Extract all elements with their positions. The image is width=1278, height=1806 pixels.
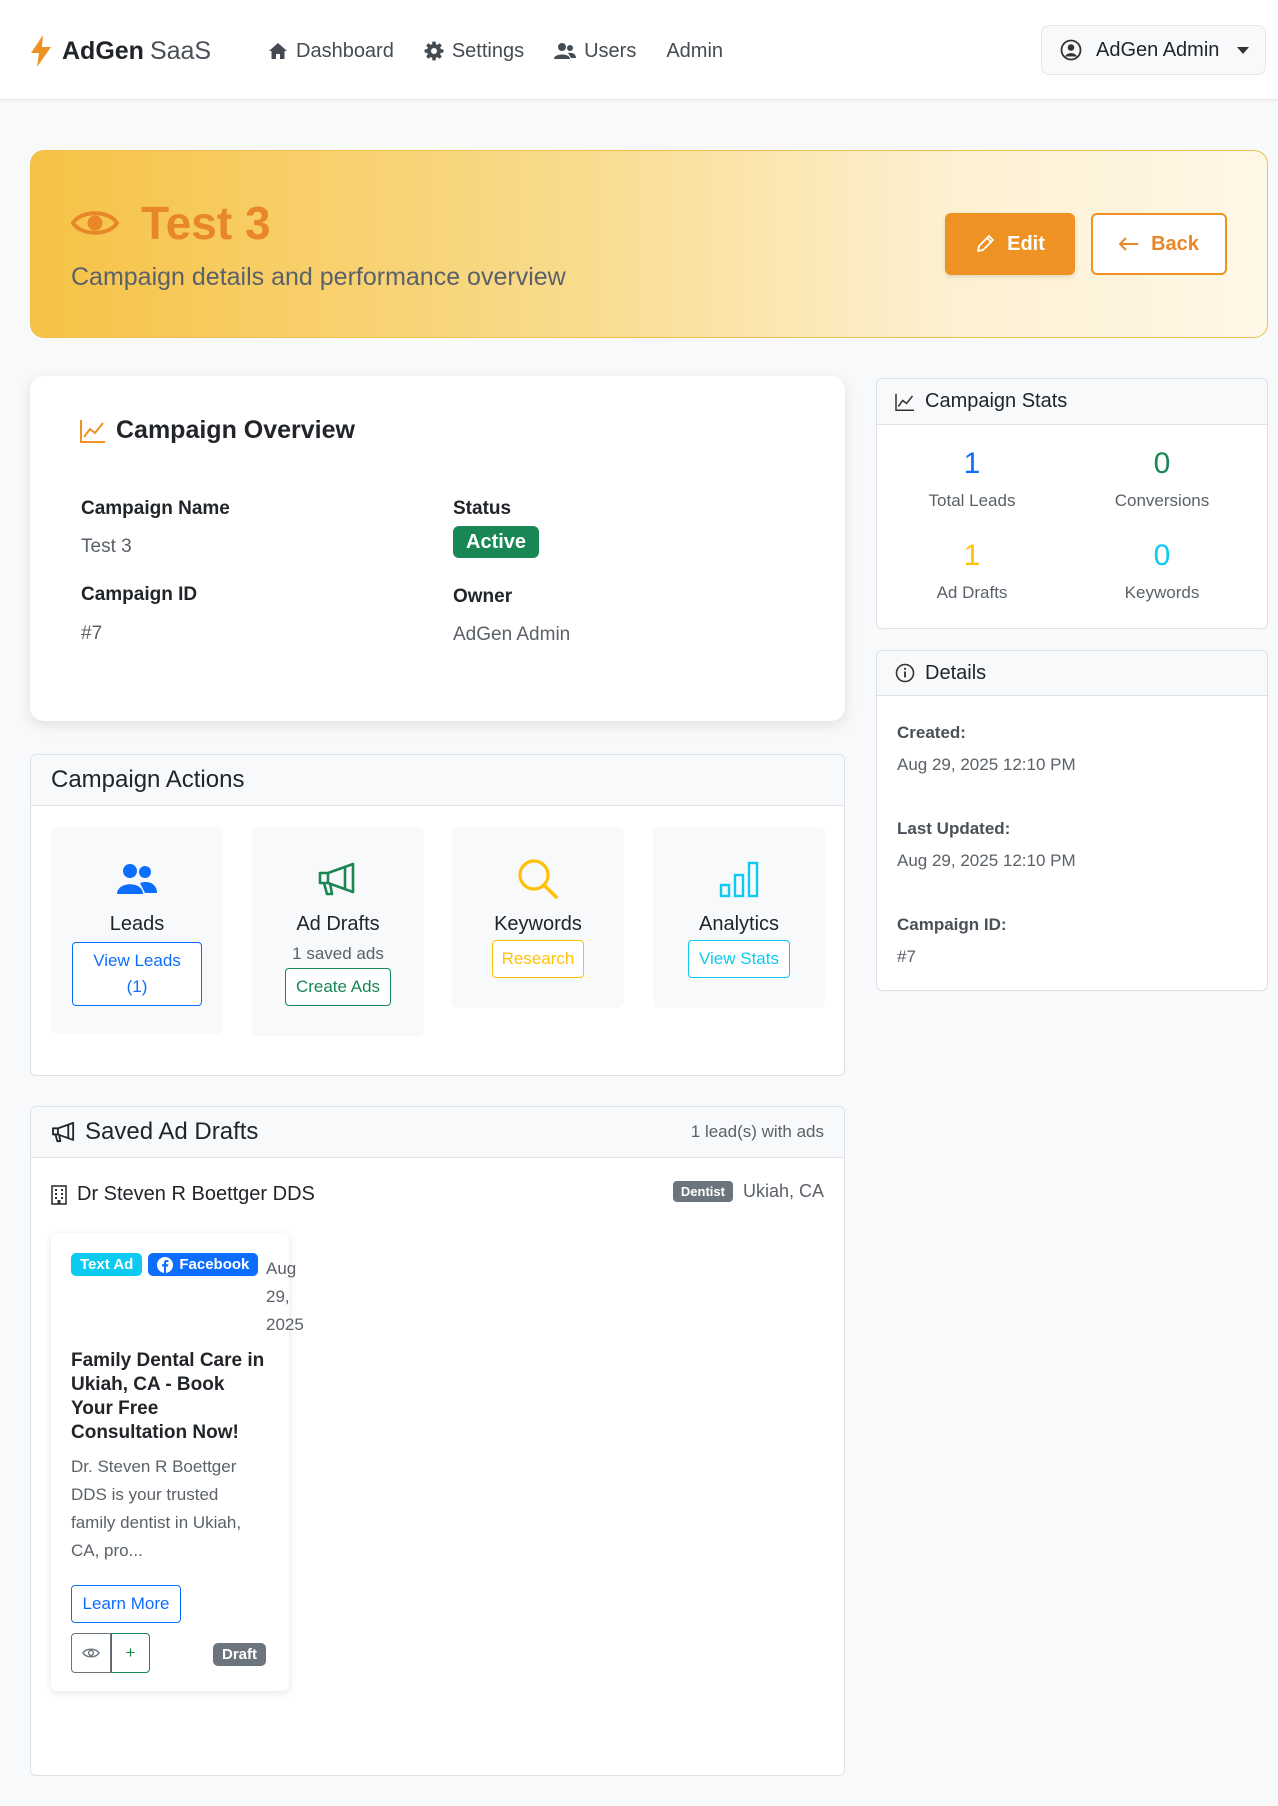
eye-icon <box>82 1647 100 1659</box>
campaign-name-label: Campaign Name <box>81 498 230 519</box>
details-card: Details Created: Aug 29, 2025 12:10 PM L… <box>876 650 1268 991</box>
lead-name: Dr Steven R Boettger DDS <box>51 1183 315 1206</box>
user-menu-button[interactable]: AdGen Admin <box>1041 25 1266 75</box>
ad-body: Dr. Steven R Boettger DDS is your truste… <box>71 1457 242 1560</box>
ad-action-group: + <box>71 1633 150 1673</box>
text-ad-badge: Text Ad <box>71 1253 143 1276</box>
page-title: Test 3 <box>71 196 271 250</box>
chart-line-icon <box>80 419 106 443</box>
megaphone-icon <box>317 859 359 899</box>
keywords-stat: 0 Keywords <box>1124 539 1200 602</box>
status-badge: Active <box>453 526 540 558</box>
leads-with-ads-count: 1 lead(s) with ads <box>690 1122 824 1141</box>
actions-header: Campaign Actions <box>31 755 844 806</box>
info-icon <box>895 663 915 683</box>
total-leads-stat: 1 Total Leads <box>928 447 1016 510</box>
last-updated-label: Last Updated: <box>897 819 1011 838</box>
users-icon <box>554 42 577 60</box>
ad-drafts-tile: Ad Drafts 1 saved ads Create Ads <box>252 827 424 1036</box>
home-icon <box>268 42 288 60</box>
drafts-count: 1 saved ads <box>292 944 384 963</box>
ad-headline: Family Dental Care in Ukiah, CA - Book Y… <box>71 1350 265 1443</box>
user-name: AdGen Admin <box>1096 38 1220 61</box>
campaign-name-value: Test 3 <box>81 536 132 557</box>
details-campaign-id-label: Campaign ID: <box>897 915 1007 934</box>
created-value: Aug 29, 2025 12:10 PM <box>897 755 1076 774</box>
stats-header: Campaign Stats <box>877 379 1267 425</box>
created-label: Created: <box>897 723 966 742</box>
search-icon <box>517 859 559 899</box>
view-leads-button[interactable]: View Leads (1) <box>72 942 202 1006</box>
pencil-icon <box>975 234 995 254</box>
owner-label: Owner <box>453 586 513 607</box>
edit-button[interactable]: Edit <box>945 213 1075 275</box>
lightning-icon <box>30 35 52 67</box>
brand-name: AdGen <box>62 36 144 65</box>
gear-icon <box>424 41 444 61</box>
nav-users[interactable]: Users <box>554 40 636 63</box>
page-subtitle: Campaign details and performance overvie… <box>71 263 566 291</box>
status-label: Status <box>453 498 512 519</box>
last-updated-value: Aug 29, 2025 12:10 PM <box>897 851 1076 870</box>
top-navbar: AdGen SaaS Dashboard Settings Users Admi… <box>0 0 1278 100</box>
ad-drafts-stat: 1 Ad Drafts <box>936 539 1008 602</box>
lead-location: Ukiah, CA <box>742 1181 824 1201</box>
add-button[interactable]: + <box>111 1633 150 1673</box>
building-icon <box>51 1184 67 1205</box>
user-circle-icon <box>1060 39 1082 61</box>
eye-icon <box>71 207 119 239</box>
view-stats-button[interactable]: View Stats <box>688 940 790 978</box>
ad-date: Aug 29, 2025 <box>266 1259 304 1334</box>
category-badge: Dentist <box>672 1181 733 1202</box>
back-button[interactable]: Back <box>1091 213 1227 275</box>
users-icon <box>117 859 157 899</box>
arrow-left-icon <box>1119 237 1139 251</box>
overview-title: Campaign Overview <box>80 416 355 445</box>
saved-ad-drafts-card: Saved Ad Drafts 1 lead(s) with ads Dr St… <box>30 1106 845 1776</box>
nav-admin[interactable]: Admin <box>666 40 723 63</box>
brand-suffix: SaaS <box>149 36 212 65</box>
details-header: Details <box>877 651 1267 696</box>
lead-meta: Dentist Ukiah, CA <box>672 1181 824 1202</box>
research-button[interactable]: Research <box>492 940 584 978</box>
campaign-overview-card: Campaign Overview Campaign Name Test 3 C… <box>30 376 845 721</box>
facebook-badge: Facebook <box>148 1253 259 1276</box>
nav-dashboard[interactable]: Dashboard <box>268 40 394 63</box>
conversions-stat: 0 Conversions <box>1114 447 1210 510</box>
owner-value: AdGen Admin <box>453 624 571 645</box>
keywords-tile: Keywords Research <box>452 827 624 1008</box>
saved-drafts-title: Saved Ad Drafts <box>85 1118 259 1145</box>
bar-chart-icon <box>719 859 759 899</box>
create-ads-button[interactable]: Create Ads <box>285 968 391 1006</box>
chart-line-icon <box>895 393 915 411</box>
learn-more-button[interactable]: Learn More <box>71 1585 181 1623</box>
details-campaign-id-value: #7 <box>897 947 916 966</box>
saved-drafts-header: Saved Ad Drafts 1 lead(s) with ads <box>31 1107 844 1158</box>
facebook-icon <box>157 1256 174 1273</box>
preview-button[interactable] <box>71 1633 111 1673</box>
analytics-tile: Analytics View Stats <box>653 827 825 1008</box>
campaign-id-value: #7 <box>81 623 103 644</box>
main-nav: Dashboard Settings Users Admin <box>268 34 723 68</box>
campaign-hero: Test 3 Campaign details and performance … <box>30 150 1268 338</box>
campaign-id-label: Campaign ID <box>81 584 198 605</box>
brand[interactable]: AdGen SaaS <box>30 34 211 68</box>
leads-tile: Leads View Leads (1) <box>51 827 223 1034</box>
ad-draft-card: Text Ad Facebook Aug 29, 2025 Family Den… <box>51 1233 304 1691</box>
megaphone-icon <box>51 1121 77 1143</box>
draft-status-badge: Draft <box>213 1643 267 1666</box>
campaign-stats-card: Campaign Stats 1 Total Leads 0 Conversio… <box>876 378 1268 629</box>
campaign-actions-card: Campaign Actions Leads View Leads (1) Ad… <box>30 754 845 1076</box>
nav-settings[interactable]: Settings <box>424 40 524 63</box>
chevron-down-icon <box>1237 46 1250 54</box>
